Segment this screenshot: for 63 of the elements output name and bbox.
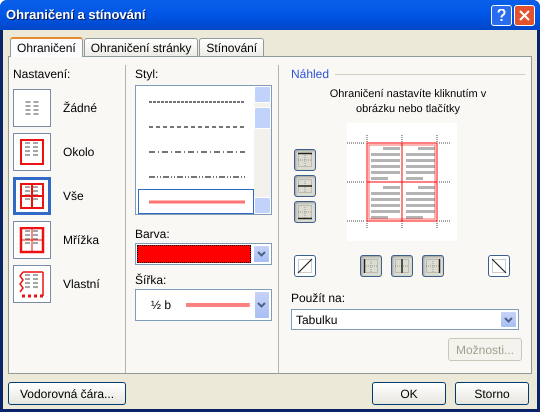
apply-to-value: Tabulku [295, 312, 338, 328]
setting-option[interactable] [13, 265, 51, 303]
line-style-icon [149, 150, 245, 154]
setting-label: Žádné [63, 100, 98, 117]
width-value: ½ b [150, 297, 172, 314]
preview-heading: Náhled [291, 66, 330, 83]
border-line-icon [489, 256, 509, 276]
border-setting-icon [24, 100, 40, 116]
width-label: Šířka: [135, 272, 168, 289]
line-sample-icon [186, 303, 250, 307]
apply-to-label: Použít na: [291, 290, 346, 307]
dropdown-arrow-button[interactable] [253, 245, 270, 263]
setting-option[interactable] [13, 221, 51, 259]
setting-label: Okolo [63, 144, 94, 161]
border-setting-icon [19, 226, 45, 254]
settings-label: Nastavení: [13, 66, 72, 83]
question-mark-icon [497, 8, 506, 22]
scrollbar[interactable] [254, 86, 271, 214]
tab[interactable]: Ohraničení stránky [84, 38, 198, 56]
preview-hint: Ohraničení nastavíte kliknutím v obrázku nebo tlačítky [328, 87, 488, 117]
chevron-down-icon [257, 302, 266, 308]
border-toggle-button[interactable] [488, 255, 510, 277]
border-setting-icon [19, 138, 45, 166]
border-toggle-button[interactable] [422, 255, 444, 277]
dropdown-arrow-button[interactable] [500, 311, 517, 328]
border-toggle-button[interactable] [391, 255, 413, 277]
line-style-icon [149, 200, 245, 204]
width-dropdown[interactable]: ½ b [135, 289, 272, 321]
setting-option[interactable] [13, 133, 51, 171]
close-icon [519, 10, 530, 20]
setting-label: Vlastní [63, 276, 100, 293]
window-title: Ohraničení a stínování [6, 6, 147, 24]
style-label: Styl: [135, 66, 160, 83]
chevron-down-icon [504, 316, 513, 322]
setting-option[interactable] [13, 89, 51, 127]
help-button[interactable] [491, 4, 512, 26]
border-toggle-button[interactable] [294, 149, 316, 171]
line-style-icon [149, 100, 245, 104]
border-toggle-button[interactable] [294, 255, 316, 277]
color-dropdown[interactable] [135, 243, 272, 265]
border-setting-icon [19, 182, 45, 210]
border-line-icon [295, 256, 315, 276]
line-style-icon [149, 174, 245, 179]
line-style-icon [149, 125, 245, 130]
ok-button[interactable]: OK [372, 382, 446, 405]
border-setting-icon [19, 270, 45, 298]
tab[interactable]: Stínování [199, 38, 264, 56]
setting-option[interactable] [13, 177, 51, 215]
chevron-down-icon [257, 251, 266, 257]
border-toggle-button[interactable] [294, 175, 316, 197]
setting-label: Mřížka [63, 232, 99, 249]
tab[interactable]: Ohraničení [10, 37, 83, 57]
cancel-button[interactable]: Storno [455, 382, 529, 405]
border-toggle-button[interactable] [360, 255, 382, 277]
horizontal-line-button[interactable]: Vodorovná čára... [8, 382, 126, 405]
dropdown-arrow-button[interactable] [254, 291, 270, 319]
border-preview-drawing[interactable] [347, 123, 457, 241]
border-toggle-button[interactable] [294, 201, 316, 223]
apply-to-dropdown[interactable]: Tabulku [291, 309, 519, 330]
setting-label: Vše [63, 188, 84, 205]
line-style-list[interactable] [135, 85, 272, 215]
color-label: Barva: [135, 226, 171, 243]
close-button[interactable] [514, 4, 535, 26]
